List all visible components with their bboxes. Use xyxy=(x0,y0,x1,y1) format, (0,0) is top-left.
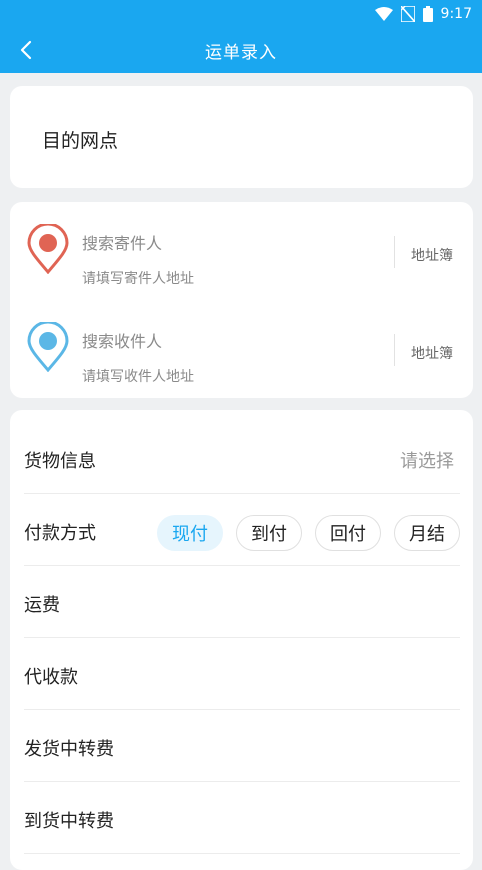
address-card: 搜索寄件人 请填写寄件人地址 地址簿 搜索收件人 请填写收件人地址 地址簿 xyxy=(10,202,473,398)
payment-option-return[interactable]: 回付 xyxy=(315,515,381,551)
arrive-transfer-fee-row[interactable]: 到货中转费 xyxy=(24,782,460,854)
sender-location-pin-icon xyxy=(27,224,69,274)
payment-method-row: 付款方式 现付 到付 回付 月结 xyxy=(24,494,460,566)
goods-info-select[interactable]: 请选择 xyxy=(400,447,454,473)
destination-card[interactable]: 目的网点 xyxy=(10,86,473,188)
goods-info-label: 货物信息 xyxy=(24,451,96,472)
sender-address-hint[interactable]: 请填写寄件人地址 xyxy=(82,268,194,288)
no-sim-icon xyxy=(400,6,415,22)
divider xyxy=(394,236,395,268)
receiver-search-label[interactable]: 搜索收件人 xyxy=(82,328,162,352)
divider xyxy=(394,334,395,366)
status-bar: 9:17 xyxy=(0,0,482,28)
receiver-location-pin-icon xyxy=(27,322,69,372)
chevron-left-icon xyxy=(20,40,32,60)
app-bar: 运单录入 xyxy=(0,28,482,73)
payment-options: 现付 到付 回付 月结 xyxy=(157,515,460,551)
wifi-icon xyxy=(374,7,393,21)
sender-search-label[interactable]: 搜索寄件人 xyxy=(82,230,162,254)
send-transfer-fee-row[interactable]: 发货中转费 xyxy=(24,710,460,782)
cod-row[interactable]: 代收款 xyxy=(24,638,460,710)
receiver-address-hint[interactable]: 请填写收件人地址 xyxy=(82,366,194,386)
shipment-info-card: 货物信息 请选择 付款方式 现付 到付 回付 月结 运费 代收款 发货中转费 到… xyxy=(10,410,473,870)
payment-option-monthly[interactable]: 月结 xyxy=(394,515,460,551)
receiver-address-book-button[interactable]: 地址簿 xyxy=(411,343,453,363)
payment-option-cash[interactable]: 现付 xyxy=(157,515,223,551)
payment-method-label: 付款方式 xyxy=(24,523,96,544)
page-title: 运单录入 xyxy=(205,43,277,63)
cod-label: 代收款 xyxy=(24,667,78,688)
sender-address-book-button[interactable]: 地址簿 xyxy=(411,245,453,265)
back-button[interactable] xyxy=(10,34,42,66)
sender-row[interactable]: 搜索寄件人 请填写寄件人地址 地址簿 xyxy=(10,202,473,300)
goods-info-row[interactable]: 货物信息 请选择 xyxy=(24,422,460,494)
payment-option-collect[interactable]: 到付 xyxy=(236,515,302,551)
destination-label: 目的网点 xyxy=(42,130,119,152)
arrive-transfer-fee-label: 到货中转费 xyxy=(24,811,114,832)
status-time: 9:17 xyxy=(440,6,472,22)
receiver-row[interactable]: 搜索收件人 请填写收件人地址 地址簿 xyxy=(10,300,473,398)
freight-label: 运费 xyxy=(24,595,60,616)
freight-row[interactable]: 运费 xyxy=(24,566,460,638)
battery-icon xyxy=(422,6,433,22)
send-transfer-fee-label: 发货中转费 xyxy=(24,739,114,760)
